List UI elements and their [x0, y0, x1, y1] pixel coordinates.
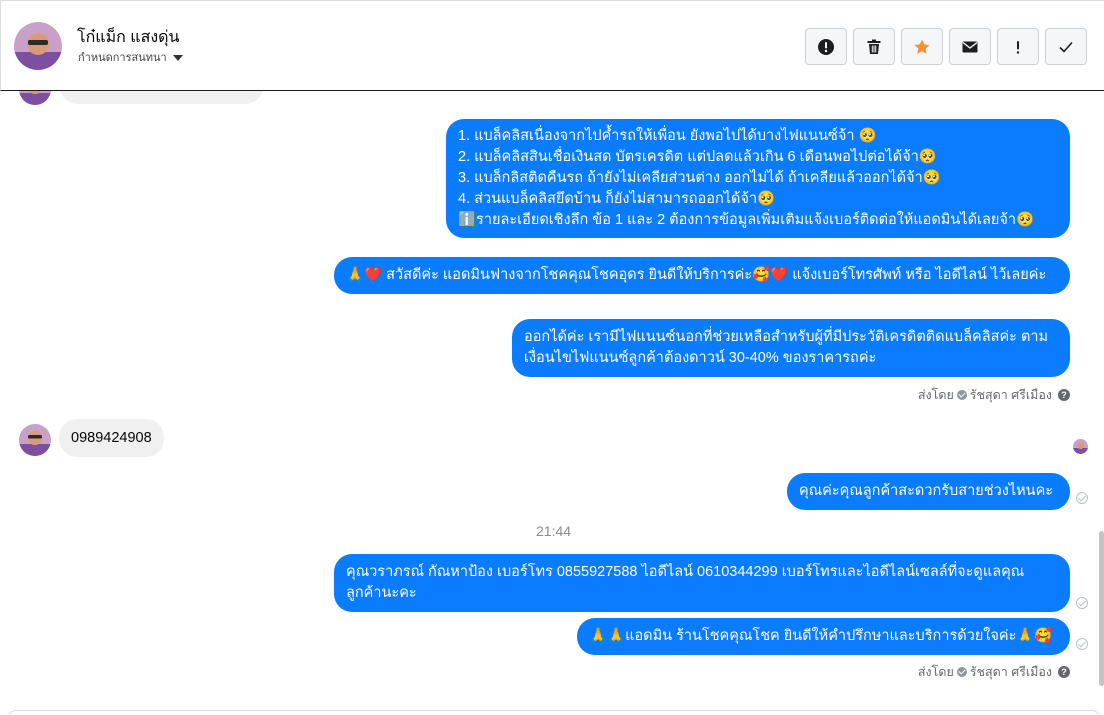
sent-by-label: ส่งโดย	[917, 388, 954, 402]
help-icon[interactable]: ?	[1058, 389, 1070, 401]
message-text: 🙏🙏แอดมิน ร้านโชคคุณโชค ยินดีให้คำปรึกษาแ…	[589, 628, 1053, 644]
message-text: 0989424908	[71, 430, 152, 446]
envelope-icon	[962, 41, 978, 52]
mark-unread-button[interactable]	[949, 28, 991, 65]
message-line: 2. แบล็คลิสสินเชื่อเงินสด บัตรเครดิต แต่…	[458, 149, 937, 165]
assign-conversation-dropdown[interactable]: กำหนดการสนทนา	[78, 48, 183, 66]
verified-icon	[956, 667, 967, 677]
message-outgoing[interactable]: 🙏🙏แอดมิน ร้านโชคคุณโชค ยินดีให้คำปรึกษาแ…	[577, 618, 1070, 655]
star-button[interactable]	[901, 28, 943, 65]
sent-by-info: ส่งโดย รัชสุดา ศรีเมือง ?	[918, 662, 1070, 682]
timestamp: 21:44	[536, 523, 572, 539]
sent-by-name: รัชสุดา ศรีเมือง	[969, 665, 1052, 679]
contact-name[interactable]: โก๋แม็ก แสงดุ่น	[77, 25, 180, 50]
scrollbar[interactable]	[1099, 531, 1104, 686]
delivered-check-icon	[1076, 597, 1088, 609]
sent-by-info: ส่งโดย รัชสุดา ศรีเมือง ?	[918, 385, 1070, 405]
message-outgoing[interactable]: 1. แบล็คลิสเนื่องจากไปค้ำรถให้เพื่อน ยัง…	[446, 119, 1070, 238]
sent-by-name: รัชสุดา ศรีเมือง	[969, 388, 1052, 402]
message-text: คุณค่ะคุณลูกค้าสะดวกรับสายช่วงไหนคะ	[799, 483, 1054, 499]
delivered-check-icon	[1076, 638, 1088, 650]
conversation-header: โก๋แม็ก แสงดุ่น กำหนดการสนทนา	[0, 0, 1104, 91]
delete-button[interactable]	[853, 28, 895, 65]
contact-avatar-small	[19, 91, 51, 105]
seen-by-avatar	[1073, 439, 1088, 454]
message-line: 1. แบล็คลิสเนื่องจากไปค้ำรถให้เพื่อน ยัง…	[458, 128, 877, 144]
exclamation-icon	[1016, 40, 1020, 54]
message-outgoing[interactable]: 🙏❤️ สวัสดีค่ะ แอดมินฟางจากโชคคุณโชคอุดร …	[334, 257, 1070, 294]
help-icon[interactable]: ?	[1058, 666, 1070, 678]
message-line: ℹ️รายละเอียดเชิงลึก ข้อ 1 และ 2 ต้องการข…	[458, 212, 1035, 228]
message-outgoing[interactable]: คุณวราภรณ์ กัณหาป้อง เบอร์โทร 0855927588…	[334, 554, 1070, 612]
verified-icon	[956, 390, 967, 400]
mark-done-button[interactable]	[1045, 28, 1087, 65]
message-text: คุณวราภรณ์ กัณหาป้อง เบอร์โทร 0855927588…	[346, 564, 1025, 601]
checkmark-icon	[1059, 41, 1073, 53]
contact-avatar-small	[19, 424, 51, 456]
alert-circle-icon	[818, 38, 834, 55]
spam-button[interactable]	[805, 28, 847, 65]
message-text: 🙏❤️ สวัสดีค่ะ แอดมินฟางจากโชคคุณโชคอุดร …	[346, 267, 1047, 283]
follow-up-button[interactable]	[997, 28, 1039, 65]
assign-label: กำหนดการสนทนา	[78, 52, 167, 64]
conversation-thread[interactable]: 1. แบล็คลิสเนื่องจากไปค้ำรถให้เพื่อน ยัง…	[0, 91, 1104, 715]
message-line: 3. แบล็กลิสติดคืนรถ ถ้ายังไม่เคลียส่วนต่…	[458, 170, 941, 186]
message-outgoing[interactable]: ออกได้ค่ะ เรามีไฟแนนซ์นอกที่ช่วยเหลือสำห…	[512, 319, 1070, 377]
sent-by-label: ส่งโดย	[917, 665, 954, 679]
message-composer[interactable]	[8, 710, 1100, 715]
contact-avatar[interactable]	[14, 22, 62, 70]
message-line: 4. ส่วนแบล็คลิสยึดบ้าน ก็ยังไม่สามารถออก…	[458, 191, 776, 207]
delivered-check-icon	[1076, 492, 1088, 504]
trash-icon	[867, 39, 881, 54]
message-text: ออกได้ค่ะ เรามีไฟแนนซ์นอกที่ช่วยเหลือสำห…	[524, 329, 1049, 366]
star-icon	[914, 39, 930, 54]
message-incoming[interactable]: 0989424908	[59, 419, 164, 457]
message-outgoing[interactable]: คุณค่ะคุณลูกค้าสะดวกรับสายช่วงไหนคะ	[787, 473, 1070, 510]
message-incoming-clipped	[60, 91, 263, 104]
caret-down-icon	[172, 54, 183, 61]
conversation-toolbar	[805, 28, 1087, 65]
